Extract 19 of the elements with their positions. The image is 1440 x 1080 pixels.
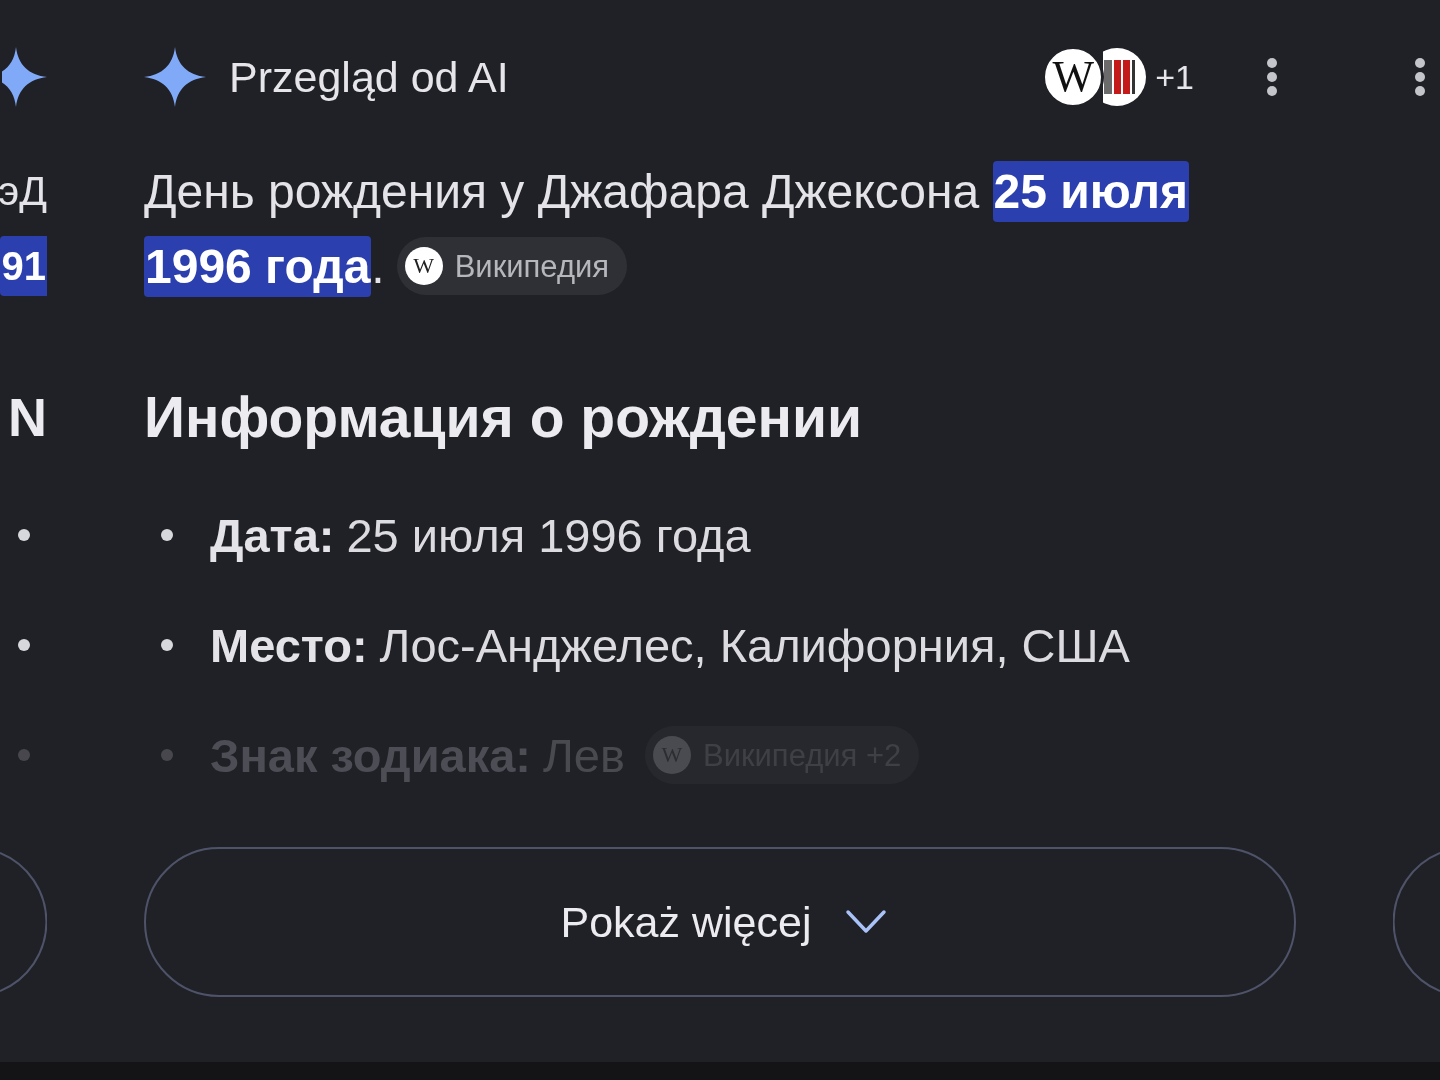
sparkle-icon [2,47,47,107]
show-more-button[interactable]: Pokaż więcej [144,847,1296,997]
fact-label: Место: [210,617,368,673]
fact-label: Дата: [210,507,335,563]
source-chip[interactable]: W Википедия [396,237,628,296]
fact-value: 25 июля 1996 года [346,507,751,563]
heading-fragment: N [8,386,47,448]
sparkle-icon [144,47,206,107]
section-heading: Информация о рождении [144,384,863,450]
fact-value: Лос-Анджелес, Калифорния, США [379,617,1130,673]
overview-title: Przegląd od AI [229,52,509,102]
w-logo-icon[interactable]: W [1043,47,1104,107]
source-count[interactable]: +1 [1155,57,1194,97]
striped-logo-icon[interactable] [1103,47,1148,107]
chevron-down-icon [845,909,888,935]
more-icon[interactable] [1266,57,1278,97]
highlighted-fragment: 91 [0,236,47,296]
more-icon[interactable] [1414,57,1426,97]
w-logo-icon: W [404,247,443,286]
